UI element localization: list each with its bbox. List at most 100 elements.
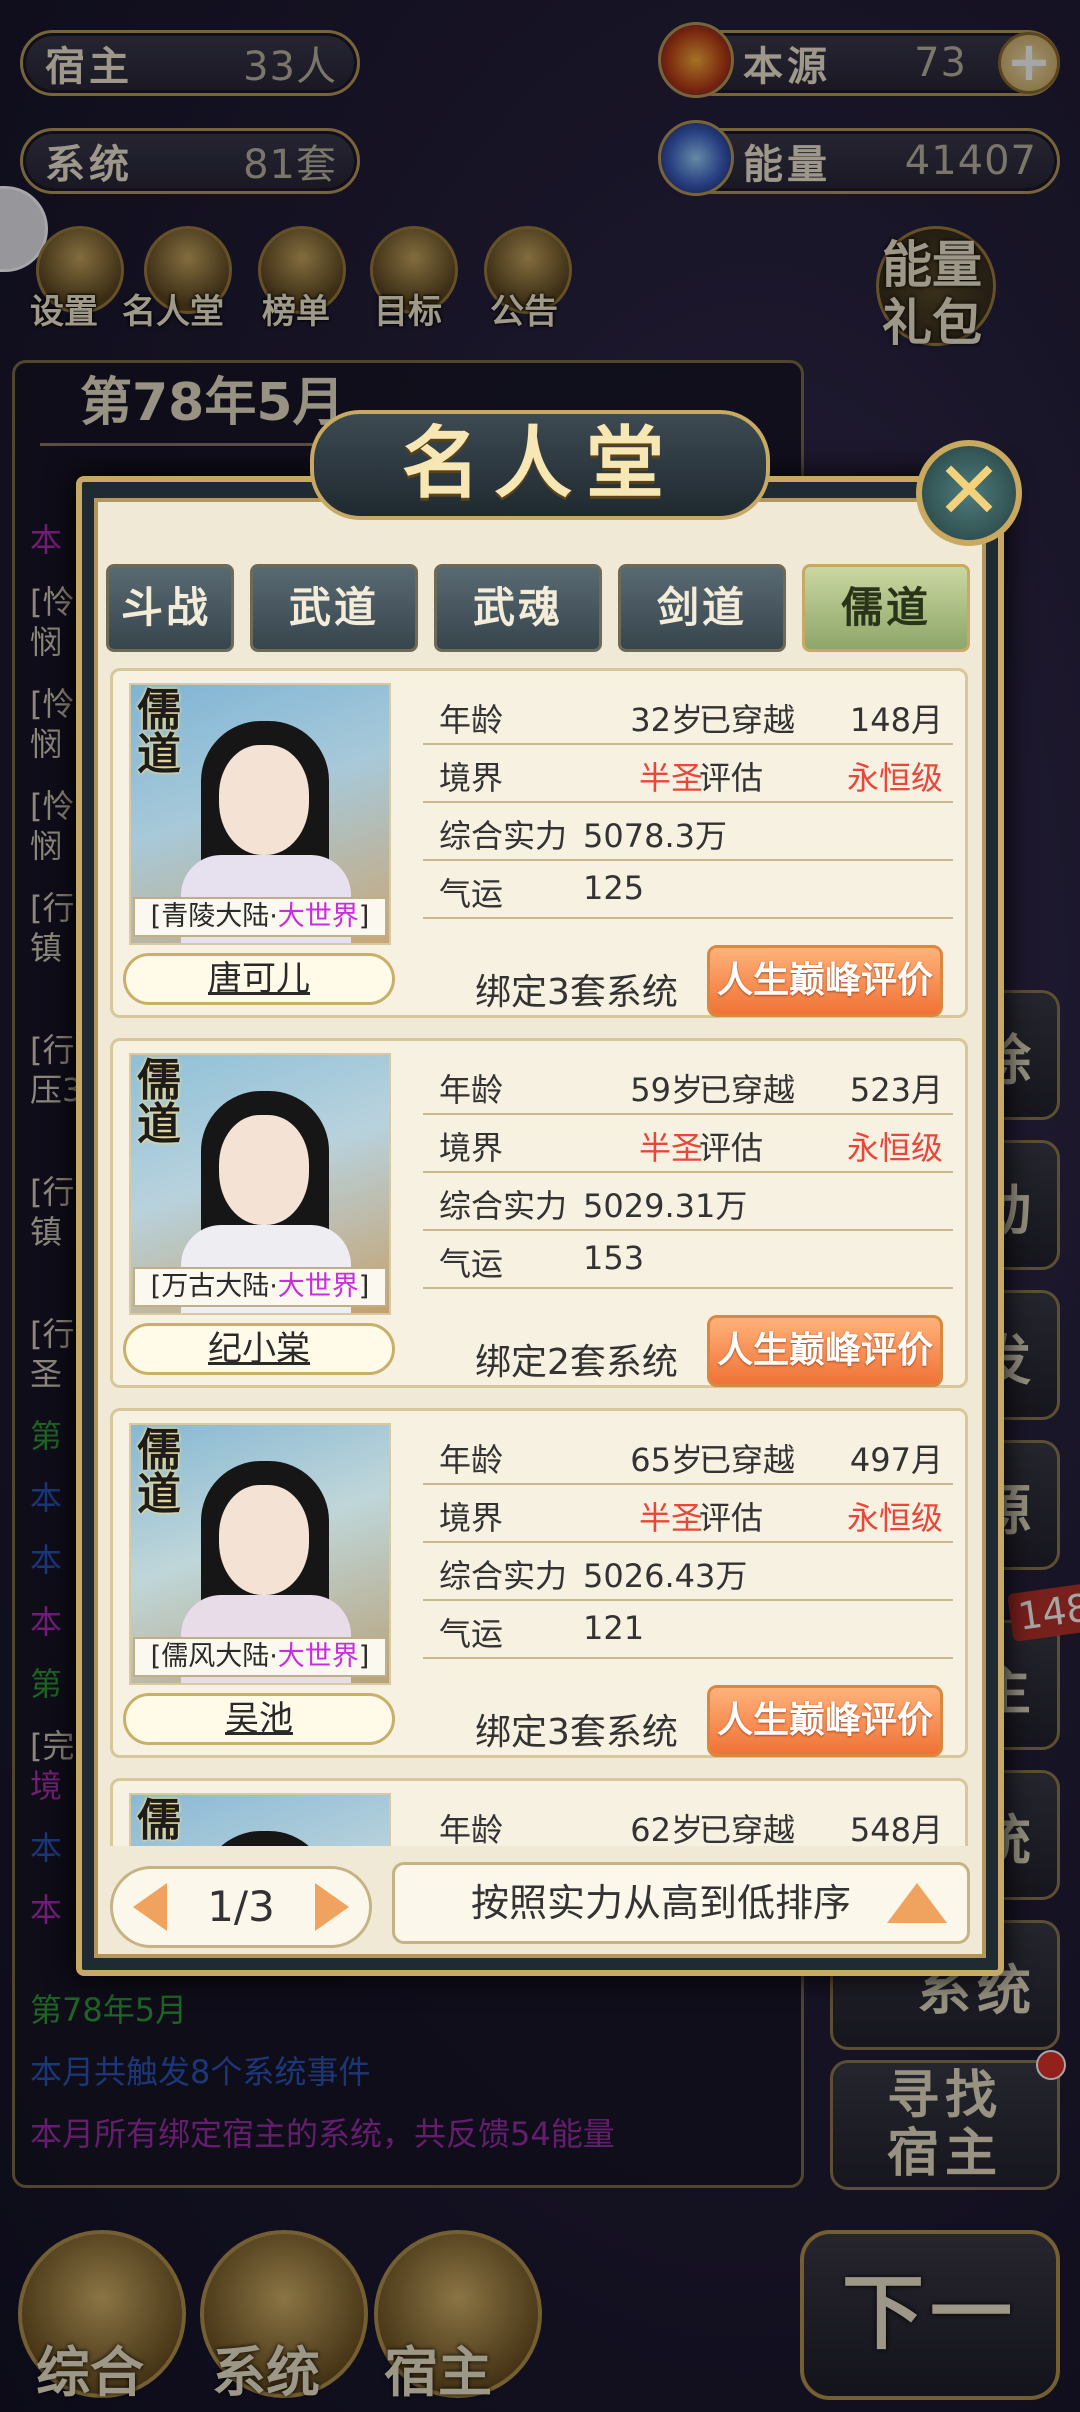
bound-systems: 绑定2套系统 [475,1342,678,1383]
eval-value: 永恒级 [846,1129,943,1167]
bound-systems: 绑定3套系统 [475,1712,678,1753]
character-portrait: 儒 [129,1793,391,1846]
life-peak-eval-button[interactable]: 人生巅峰评价 [707,1315,943,1387]
path-badge: 儒 [137,1795,181,1846]
realm-label: 境界 [439,759,504,797]
age-label: 年龄 [439,1811,504,1846]
portrait-face [219,1115,309,1225]
divider [423,1541,953,1543]
character-name[interactable]: 唐可儿 [123,953,395,1005]
age-value: 32岁 [630,701,703,739]
origin-highlight: 大世界 [277,1641,359,1672]
list-item: 儒 年龄 62岁 已穿越 548月 [110,1778,968,1846]
luck-value: 125 [583,869,645,907]
eval-label: 评估 [699,1129,764,1167]
divider [423,1287,953,1289]
list-item: 儒道 [青陵大陆·大世界] 唐可儿 年龄 32岁 已穿越 148月 境界 半圣 … [110,668,968,1018]
traveled-label: 已穿越 [699,1071,796,1109]
traveled-value: 548月 [849,1811,943,1846]
character-name[interactable]: 吴池 [123,1693,395,1745]
next-page-icon[interactable] [315,1883,349,1931]
traveled-value: 523月 [849,1071,943,1109]
tab-martial-soul[interactable]: 武魂 [434,564,602,652]
sort-ascending-icon [887,1883,947,1923]
age-value: 59岁 [630,1071,703,1109]
tab-martial-arts[interactable]: 武道 [250,564,418,652]
traveled-value: 148月 [849,701,943,739]
divider [423,859,953,861]
traveled-label: 已穿越 [699,1441,796,1479]
divider [423,1113,953,1115]
origin-prefix: [万古大陆· [150,1271,278,1302]
eval-label: 评估 [699,759,764,797]
traveled-label: 已穿越 [699,701,796,739]
luck-label: 气运 [439,1245,504,1283]
luck-value: 121 [583,1609,645,1647]
divider [423,1599,953,1601]
eval-value: 永恒级 [846,1499,943,1537]
bound-systems: 绑定3套系统 [475,972,678,1013]
realm-label: 境界 [439,1129,504,1167]
pagination: 1/3 [110,1866,372,1948]
prev-page-icon[interactable] [133,1883,167,1931]
list-item: 儒道 [万古大陆·大世界] 纪小棠 年龄 59岁 已穿越 523月 境界 半圣 … [110,1038,968,1388]
origin-suffix: ] [358,1271,370,1302]
realm-value: 半圣 [638,1499,703,1537]
list-item: 儒道 [儒风大陆·大世界] 吴池 年龄 65岁 已穿越 497月 境界 半圣 评… [110,1408,968,1758]
age-label: 年龄 [439,1441,504,1479]
tab-confucian-way[interactable]: 儒道 [802,564,970,652]
life-peak-eval-button[interactable]: 人生巅峰评价 [707,945,943,1017]
age-label: 年龄 [439,1071,504,1109]
power-label: 综合实力 [439,1187,568,1225]
path-badge: 儒道 [137,685,181,780]
origin-world: [青陵大陆·大世界] [133,897,387,937]
realm-label: 境界 [439,1499,504,1537]
origin-prefix: [青陵大陆· [150,901,278,932]
portrait-face [219,745,309,855]
divider [423,1483,953,1485]
eval-label: 评估 [699,1499,764,1537]
path-badge: 儒道 [137,1055,181,1150]
close-icon[interactable]: ✕ [916,440,1022,546]
origin-suffix: ] [358,901,370,932]
divider [423,1171,953,1173]
age-label: 年龄 [439,701,504,739]
realm-value: 半圣 [638,759,703,797]
origin-highlight: 大世界 [277,1271,359,1302]
eval-value: 永恒级 [846,759,943,797]
divider [423,917,953,919]
power-value: 5026.43万 [583,1557,748,1595]
power-label: 综合实力 [439,817,568,855]
realm-value: 半圣 [638,1129,703,1167]
divider [423,743,953,745]
divider [423,1229,953,1231]
sort-label: 按照实力从高到低排序 [471,1881,852,1925]
origin-suffix: ] [358,1641,370,1672]
portrait-face [219,1485,309,1595]
luck-label: 气运 [439,875,504,913]
character-name[interactable]: 纪小棠 [123,1323,395,1375]
traveled-label: 已穿越 [699,1811,796,1846]
luck-label: 气运 [439,1615,504,1653]
origin-highlight: 大世界 [277,901,359,932]
divider [423,1657,953,1659]
power-value: 5029.31万 [583,1187,748,1225]
age-value: 62岁 [630,1811,703,1846]
traveled-value: 497月 [849,1441,943,1479]
path-badge: 儒道 [137,1425,181,1520]
power-label: 综合实力 [439,1557,568,1595]
sort-button[interactable]: 按照实力从高到低排序 [392,1862,970,1944]
origin-world: [万古大陆·大世界] [133,1267,387,1307]
page-indicator: 1/3 [207,1882,275,1931]
luck-value: 153 [583,1239,645,1277]
tab-combat[interactable]: 斗战 [106,564,234,652]
hall-of-fame-list[interactable]: 儒道 [青陵大陆·大世界] 唐可儿 年龄 32岁 已穿越 148月 境界 半圣 … [110,668,970,1846]
modal-title: 名人堂 [310,410,770,520]
origin-world: [儒风大陆·大世界] [133,1637,387,1677]
origin-prefix: [儒风大陆· [150,1641,278,1672]
life-peak-eval-button[interactable]: 人生巅峰评价 [707,1685,943,1757]
portrait-hair [201,1831,329,1846]
age-value: 65岁 [630,1441,703,1479]
divider [423,801,953,803]
tab-sword-way[interactable]: 剑道 [618,564,786,652]
